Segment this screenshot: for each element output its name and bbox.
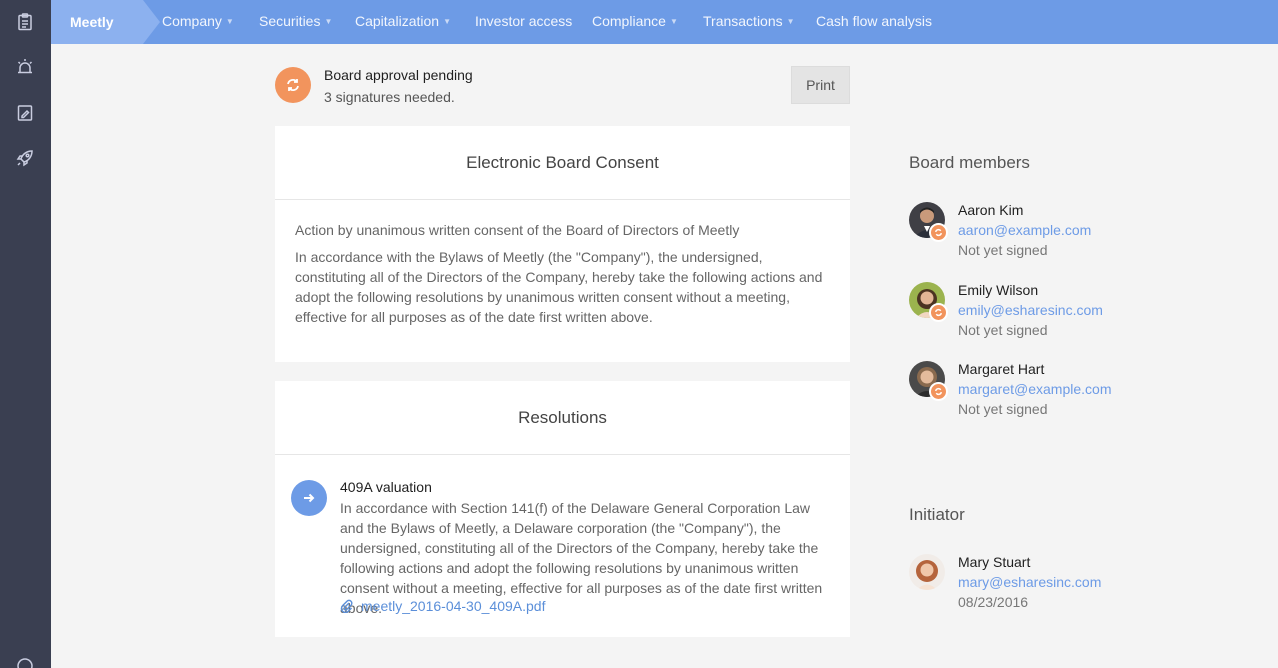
- nav-compliance[interactable]: Compliance ▼: [592, 0, 678, 44]
- nav-capitalization[interactable]: Capitalization ▼: [355, 0, 451, 44]
- nav-compliance-label: Compliance: [592, 13, 666, 29]
- print-button[interactable]: Print: [791, 66, 850, 104]
- nav-company[interactable]: Company ▼: [162, 0, 234, 44]
- rocket-icon[interactable]: [14, 147, 36, 169]
- alert-subtitle: 3 signatures needed.: [324, 89, 455, 105]
- paperclip-icon: [340, 599, 353, 613]
- initiator-date: 08/23/2016: [958, 594, 1029, 610]
- alert-title: Board approval pending: [324, 67, 473, 83]
- nav-cash-flow-analysis-label: Cash flow analysis: [816, 13, 932, 29]
- nav-transactions[interactable]: Transactions ▼: [703, 0, 795, 44]
- nav-capitalization-label: Capitalization: [355, 13, 440, 29]
- document-edit-icon[interactable]: [14, 102, 36, 124]
- clipboard-icon[interactable]: [14, 11, 36, 33]
- sidebar: [0, 0, 51, 668]
- nav-company-label: Company: [162, 13, 222, 29]
- consent-intro: Action by unanimous written consent of t…: [295, 222, 740, 238]
- board-member: Margaret Hart margaret@example.com Not y…: [909, 361, 1169, 431]
- brand-arrow: [143, 0, 160, 44]
- consent-card: Electronic Board Consent Action by unani…: [275, 126, 850, 362]
- help-icon[interactable]: [14, 655, 36, 668]
- top-nav: Meetly Company ▼ Securities ▼ Capitalizati…: [51, 0, 1278, 44]
- avatar: [909, 554, 945, 590]
- chevron-down-icon: ▼: [669, 17, 678, 26]
- nav-investor-access[interactable]: Investor access: [475, 0, 572, 44]
- member-name: Aaron Kim: [958, 202, 1024, 218]
- resolution-title: 409A valuation: [340, 479, 432, 495]
- attachment-filename: meetly_2016-04-30_409A.pdf: [361, 598, 546, 614]
- member-email[interactable]: emily@esharesinc.com: [958, 302, 1103, 318]
- alarm-icon[interactable]: [14, 56, 36, 78]
- pending-badge-icon: [929, 303, 948, 322]
- pending-badge-icon: [929, 223, 948, 242]
- chevron-down-icon: ▼: [225, 17, 234, 26]
- nav-securities[interactable]: Securities ▼: [259, 0, 332, 44]
- nav-securities-label: Securities: [259, 13, 321, 29]
- initiator-heading: Initiator: [909, 505, 965, 524]
- member-status: Not yet signed: [958, 322, 1048, 338]
- chevron-down-icon: ▼: [443, 17, 451, 26]
- member-email[interactable]: margaret@example.com: [958, 381, 1112, 397]
- board-member: Aaron Kim aaron@example.com Not yet sign…: [909, 202, 1169, 272]
- member-email[interactable]: aaron@example.com: [958, 222, 1091, 238]
- attachment-link[interactable]: meetly_2016-04-30_409A.pdf: [340, 598, 545, 614]
- arrow-right-icon: [291, 480, 327, 516]
- consent-body: Action by unanimous written consent of t…: [275, 200, 850, 327]
- member-name: Margaret Hart: [958, 361, 1045, 377]
- nav-cash-flow-analysis[interactable]: Cash flow analysis: [816, 0, 932, 44]
- nav-investor-access-label: Investor access: [475, 13, 573, 29]
- brand-link[interactable]: Meetly: [51, 0, 143, 44]
- resolutions-title: Resolutions: [275, 381, 850, 455]
- consent-title: Electronic Board Consent: [275, 126, 850, 200]
- consent-text: In accordance with the Bylaws of Meetly …: [295, 249, 823, 325]
- member-name: Emily Wilson: [958, 282, 1039, 298]
- member-status: Not yet signed: [958, 401, 1048, 417]
- member-status: Not yet signed: [958, 242, 1048, 258]
- initiator-name: Mary Stuart: [958, 554, 1031, 570]
- chevron-down-icon: ▼: [324, 17, 333, 26]
- board-members-heading: Board members: [909, 153, 1030, 172]
- nav-transactions-label: Transactions: [703, 13, 783, 29]
- pending-badge-icon: [929, 382, 948, 401]
- chevron-down-icon: ▼: [786, 17, 795, 26]
- initiator: Mary Stuart mary@esharesinc.com 08/23/20…: [909, 554, 1169, 624]
- board-member: Emily Wilson emily@esharesinc.com Not ye…: [909, 282, 1169, 352]
- resolutions-card: Resolutions 409A valuation In accordance…: [275, 381, 850, 637]
- pending-sync-icon: [275, 67, 311, 103]
- initiator-email[interactable]: mary@esharesinc.com: [958, 574, 1101, 590]
